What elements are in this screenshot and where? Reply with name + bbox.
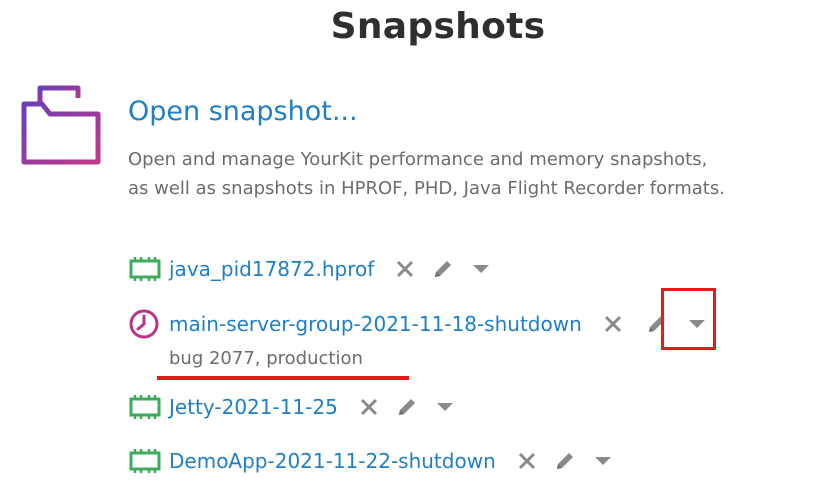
remove-icon[interactable] bbox=[600, 309, 626, 339]
remove-icon[interactable] bbox=[356, 392, 382, 422]
open-snapshot-description: Open and manage YourKit performance and … bbox=[128, 145, 725, 203]
description-line-1: Open and manage YourKit performance and … bbox=[128, 149, 708, 170]
snapshot-tags: bug 2077, production bbox=[169, 348, 363, 369]
memory-snapshot-icon bbox=[128, 444, 162, 478]
chevron-down-icon[interactable] bbox=[468, 254, 494, 284]
snapshot-row: main-server-group-2021-11-18-shutdown bbox=[128, 307, 710, 341]
description-line-2: as well as snapshots in HPROF, PHD, Java… bbox=[128, 178, 725, 199]
remove-icon[interactable] bbox=[514, 446, 540, 476]
chevron-down-icon[interactable] bbox=[590, 446, 616, 476]
snapshot-row: Jetty-2021-11-25 bbox=[128, 390, 458, 424]
edit-pencil-icon[interactable] bbox=[552, 446, 578, 476]
snapshots-page: Snapshots Open snapshot... Open and mana… bbox=[0, 0, 820, 490]
snapshot-link[interactable]: DemoApp-2021-11-22-shutdown bbox=[169, 449, 496, 473]
annotation-underline bbox=[157, 376, 409, 380]
open-folder-icon[interactable] bbox=[20, 84, 104, 166]
snapshot-row: java_pid17872.hprof bbox=[128, 252, 494, 286]
open-snapshot-link[interactable]: Open snapshot... bbox=[128, 96, 358, 127]
memory-snapshot-icon bbox=[128, 252, 162, 286]
memory-snapshot-icon bbox=[128, 390, 162, 424]
snapshot-link[interactable]: main-server-group-2021-11-18-shutdown bbox=[169, 312, 582, 336]
page-title: Snapshots bbox=[330, 6, 546, 47]
chevron-down-icon[interactable] bbox=[432, 392, 458, 422]
snapshot-row: DemoApp-2021-11-22-shutdown bbox=[128, 444, 616, 478]
performance-snapshot-icon bbox=[128, 307, 162, 341]
annotation-highlight-box bbox=[661, 288, 716, 350]
edit-pencil-icon[interactable] bbox=[430, 254, 456, 284]
snapshot-link[interactable]: Jetty-2021-11-25 bbox=[169, 395, 338, 419]
remove-icon[interactable] bbox=[392, 254, 418, 284]
edit-pencil-icon[interactable] bbox=[394, 392, 420, 422]
snapshot-link[interactable]: java_pid17872.hprof bbox=[169, 257, 374, 281]
